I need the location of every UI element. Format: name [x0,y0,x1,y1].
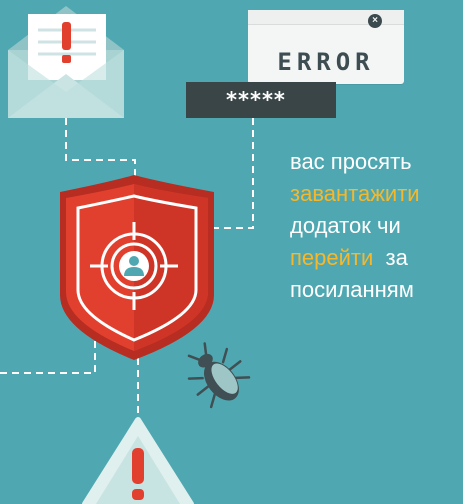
message-line-3: додаток чи [290,213,401,238]
bug-icon [187,342,251,409]
message-line-4-rest: за [373,245,408,270]
password-field[interactable]: ***** [186,82,336,118]
error-window: × ERROR [248,10,404,84]
message-line-5: посиланням [290,277,414,302]
close-icon[interactable]: × [368,14,382,28]
warning-triangle-icon [82,417,194,504]
envelope-alert-icon [8,6,124,118]
message-line-1: вас просять [290,149,412,174]
message-line-4: перейти за [290,242,462,274]
error-label: ERROR [277,48,375,76]
message-highlight-download: завантажити [290,181,420,206]
message-highlight-follow: перейти [290,245,374,270]
password-mask: ***** [226,88,286,112]
warning-message: вас просять завантажити додаток чи перей… [290,146,462,306]
target-shield-icon [60,175,214,360]
